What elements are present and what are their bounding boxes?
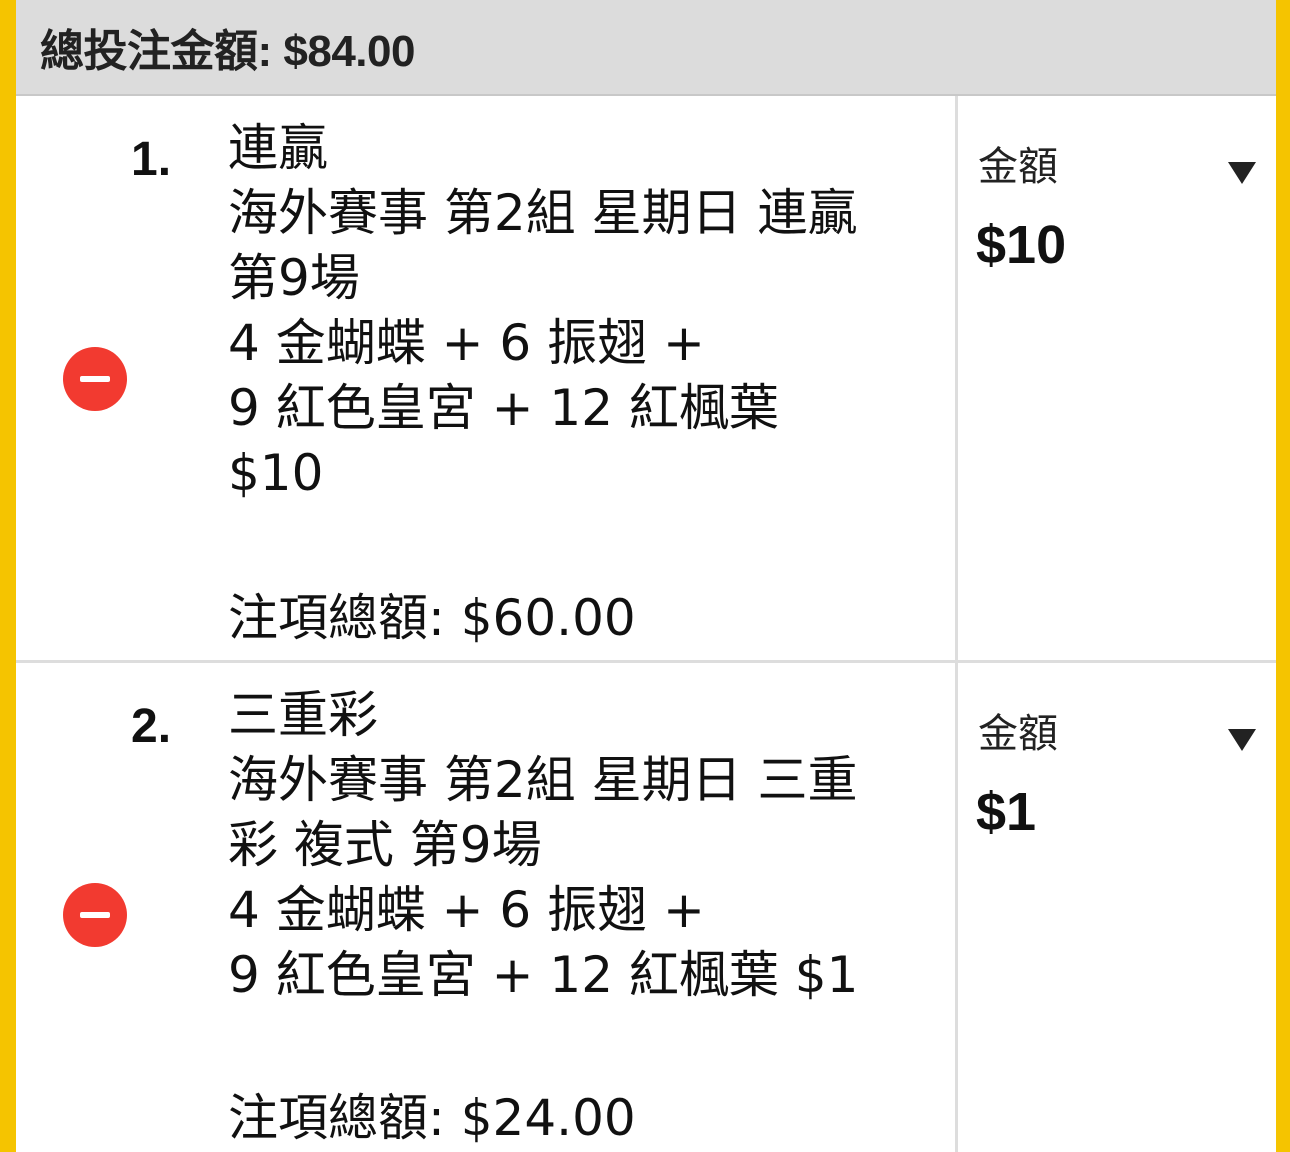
bet-index: 2. (131, 700, 172, 753)
bet-type: 三重彩 (228, 686, 378, 744)
bet-race: 第9場 (228, 249, 360, 307)
total-bet-amount: 總投注金額: $84.00 (40, 27, 415, 76)
bet-subtotal: 注項總額: $60.00 (228, 589, 636, 647)
bet-selection-line2: 9 紅色皇宮 + 12 紅楓葉 (228, 379, 779, 437)
remove-bet-button[interactable] (63, 883, 127, 947)
bet-race: 彩 複式 第9場 (228, 816, 542, 874)
amount-label: 金額 (978, 144, 1058, 190)
bet-item: 2. 三重彩 海外賽事 第2組 星期日 三重 彩 複式 第9場 4 金蝴蝶 + … (16, 663, 1276, 1152)
minus-circle-icon (80, 912, 110, 918)
bet-description: 海外賽事 第2組 星期日 三重 (228, 751, 858, 809)
amount-label: 金額 (978, 711, 1058, 757)
bet-details: 三重彩 海外賽事 第2組 星期日 三重 彩 複式 第9場 4 金蝴蝶 + 6 振… (228, 683, 948, 1008)
bet-details-cell: 2. 三重彩 海外賽事 第2組 星期日 三重 彩 複式 第9場 4 金蝴蝶 + … (16, 663, 958, 1152)
amount-selector[interactable]: 金額 $10 (958, 96, 1276, 660)
remove-bet-button[interactable] (63, 347, 127, 411)
bet-details-cell: 1. 連贏 海外賽事 第2組 星期日 連贏 第9場 4 金蝴蝶 + 6 振翅 +… (16, 96, 958, 660)
minus-circle-icon (80, 376, 110, 382)
amount-value: $1 (976, 782, 1037, 842)
bet-slip-panel: 總投注金額: $84.00 1. 連贏 海外賽事 第2組 星期日 連贏 第9場 … (0, 0, 1290, 1152)
triangle-down-icon[interactable] (1228, 162, 1256, 184)
amount-value: $10 (976, 215, 1067, 275)
bet-index: 1. (131, 133, 172, 186)
triangle-down-icon[interactable] (1228, 729, 1256, 751)
bet-selection-line2: 9 紅色皇宮 + 12 紅楓葉 $1 (228, 946, 859, 1004)
bet-type: 連贏 (228, 119, 328, 177)
bet-description: 海外賽事 第2組 星期日 連贏 (228, 184, 858, 242)
bet-item: 1. 連贏 海外賽事 第2組 星期日 連贏 第9場 4 金蝴蝶 + 6 振翅 +… (16, 96, 1276, 663)
bet-selection-line1: 4 金蝴蝶 + 6 振翅 + (228, 881, 705, 939)
bet-details: 連贏 海外賽事 第2組 星期日 連贏 第9場 4 金蝴蝶 + 6 振翅 + 9 … (228, 116, 948, 506)
amount-selector[interactable]: 金額 $1 (958, 663, 1276, 1152)
total-bet-header: 總投注金額: $84.00 (16, 0, 1276, 96)
bet-subtotal: 注項總額: $24.00 (228, 1089, 636, 1147)
bet-selection-line1: 4 金蝴蝶 + 6 振翅 + (228, 314, 705, 372)
bet-unit: $10 (228, 444, 324, 502)
